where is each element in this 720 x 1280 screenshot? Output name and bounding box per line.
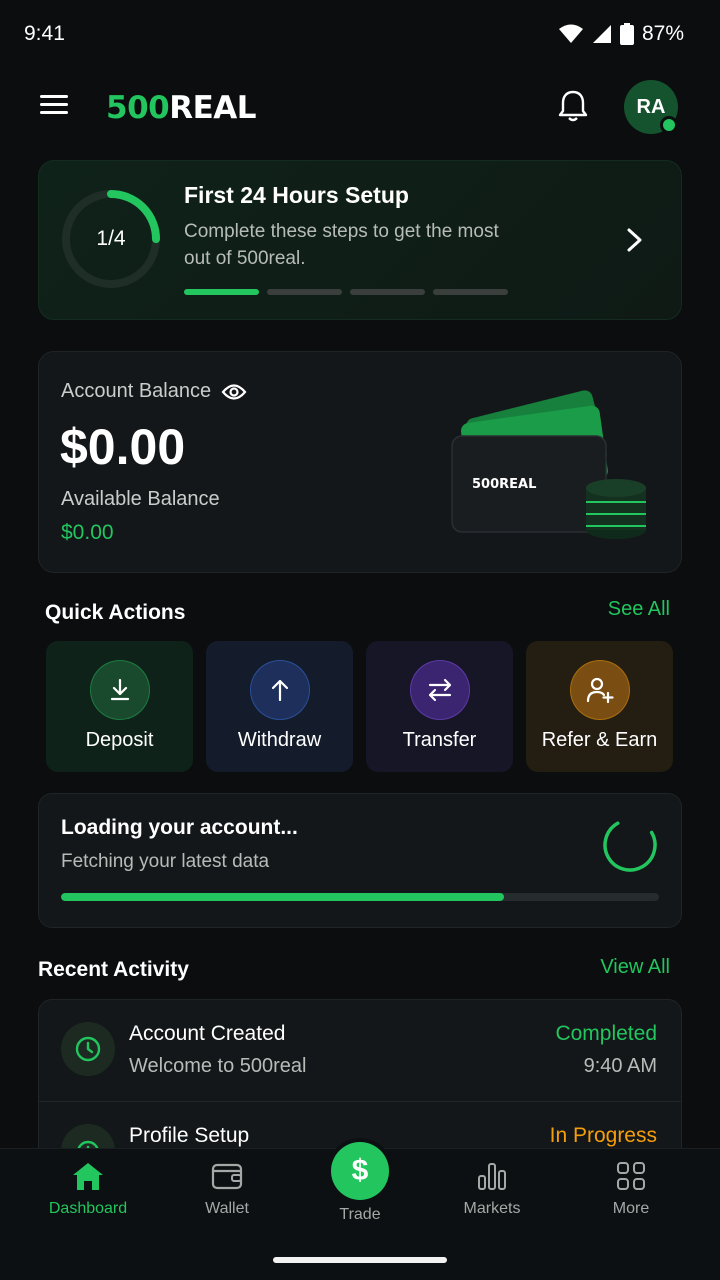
nav-label: Trade: [339, 1206, 381, 1223]
download-arrow-icon: [110, 678, 130, 701]
balance-label: Account Balance: [61, 380, 212, 402]
nav-dashboard[interactable]: Dashboard: [33, 1160, 143, 1230]
trade-button[interactable]: $: [331, 1142, 389, 1200]
upload-arrow-icon: [271, 679, 289, 702]
nav-label: Markets: [463, 1200, 521, 1217]
nav-label: More: [612, 1200, 650, 1217]
home-icon: [73, 1163, 103, 1190]
step-indicator: [184, 289, 259, 295]
add-user-icon: [586, 677, 614, 704]
loading-progress-bar: [61, 893, 659, 901]
refer-earn-label: Refer & Earn: [541, 729, 658, 751]
activity-status: In Progress: [549, 1124, 657, 1147]
activity-subtitle: Welcome to 500real: [129, 1055, 307, 1077]
balance-label-row: Account Balance: [61, 380, 247, 403]
status-time: 9:41: [24, 22, 65, 45]
deposit-button[interactable]: Deposit: [46, 641, 193, 772]
eye-icon[interactable]: [221, 383, 247, 401]
hamburger-icon: [40, 95, 68, 114]
withdraw-label: Withdraw: [237, 729, 322, 751]
deposit-label: Deposit: [85, 729, 154, 751]
activity-status: Completed: [555, 1022, 657, 1045]
refer-earn-button[interactable]: Refer & Earn: [526, 641, 673, 772]
home-indicator: [273, 1257, 447, 1263]
activity-title: Profile Setup: [129, 1124, 250, 1147]
bell-icon: [558, 90, 588, 122]
nav-markets[interactable]: Markets: [437, 1160, 547, 1230]
card-brand: 500REAL: [472, 477, 536, 492]
battery-percent: 87%: [641, 22, 684, 45]
transfer-label: Transfer: [402, 729, 477, 751]
setup-title: First 24 Hours Setup: [184, 182, 409, 208]
signal-icon: [592, 25, 611, 43]
bar-chart-icon: [478, 1163, 506, 1190]
loading-spinner-icon: [603, 818, 657, 872]
nav-more[interactable]: More: [576, 1160, 686, 1230]
wallet-illustration: 500REAL: [451, 390, 646, 539]
notifications-button[interactable]: [556, 88, 592, 126]
nav-wallet[interactable]: Wallet: [172, 1160, 282, 1230]
see-all-link[interactable]: See All: [608, 598, 670, 621]
setup-progress-text: 1/4: [96, 227, 126, 250]
activity-time: 9:40 AM: [583, 1055, 657, 1077]
battery-icon: [619, 23, 634, 45]
grid-icon: [617, 1162, 645, 1190]
nav-label: Wallet: [205, 1200, 249, 1217]
refer-icon-circle: [570, 660, 630, 720]
quick-actions-title: Quick Actions: [45, 601, 186, 624]
activity-icon-circle: [61, 1022, 115, 1076]
step-indicator: [350, 289, 425, 295]
withdraw-button[interactable]: Withdraw: [206, 641, 353, 772]
step-indicator: [267, 289, 342, 295]
transfer-icon-circle: [410, 660, 470, 720]
setup-steps: [184, 289, 508, 295]
loading-progress-fill: [61, 893, 504, 901]
deposit-icon-circle: [90, 660, 150, 720]
online-status-dot: [660, 116, 678, 134]
menu-button[interactable]: [40, 92, 76, 122]
step-indicator: [433, 289, 508, 295]
activity-item[interactable]: Account Created Welcome to 500real Compl…: [39, 1000, 681, 1102]
loading-title: Loading your account...: [61, 816, 298, 839]
withdraw-icon-circle: [250, 660, 310, 720]
balance-amount: $0.00: [60, 419, 186, 475]
app-logo: 500REAL: [106, 90, 257, 126]
chevron-right-icon[interactable]: [624, 226, 646, 254]
available-balance-label: Available Balance: [61, 488, 220, 510]
swap-arrows-icon: [428, 678, 452, 702]
loading-subtitle: Fetching your latest data: [61, 851, 270, 872]
available-balance-value: $0.00: [61, 521, 114, 544]
status-icons: 87%: [558, 22, 684, 46]
clock-icon: [75, 1036, 101, 1062]
transfer-button[interactable]: Transfer: [366, 641, 513, 772]
recent-activity-title: Recent Activity: [38, 958, 189, 981]
setup-description: Complete these steps to get the most out…: [184, 221, 499, 269]
wifi-icon: [558, 24, 583, 43]
nav-label: Dashboard: [48, 1200, 128, 1217]
view-all-link[interactable]: View All: [600, 956, 670, 979]
activity-title: Account Created: [129, 1022, 286, 1045]
wallet-icon: [211, 1163, 243, 1190]
